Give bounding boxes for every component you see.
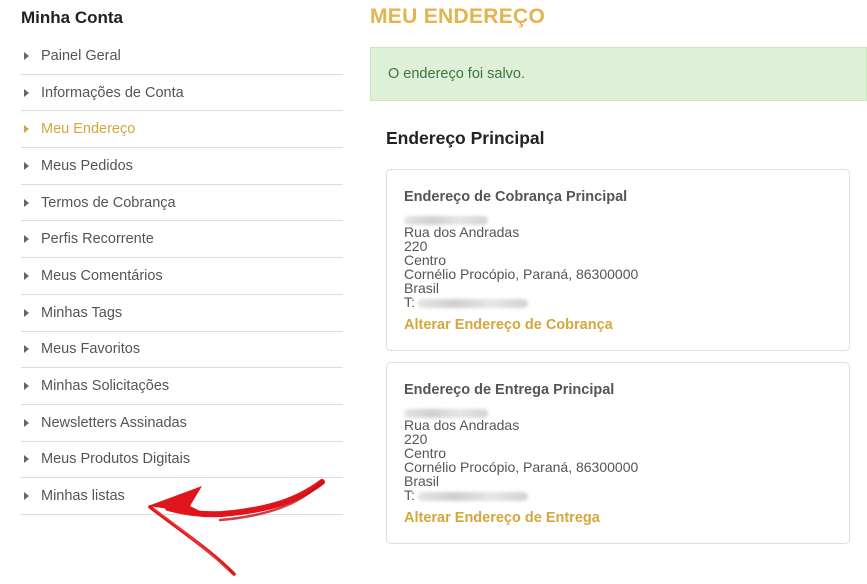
page-title: MEU ENDEREÇO — [370, 5, 546, 28]
edit-billing-address-link[interactable]: Alterar Endereço de Cobrança — [404, 315, 832, 335]
address-phone: T: — [404, 488, 832, 502]
address-street: Rua dos Andradas — [404, 224, 520, 241]
billing-address-card: Endereço de Cobrança Principal Rua dos A… — [386, 169, 850, 351]
sidebar-item-minhas-solicitacoes[interactable]: Minhas Solicitações — [21, 368, 343, 405]
phone-redacted — [417, 299, 528, 309]
sidebar-item-termos-de-cobranca[interactable]: Termos de Cobrança — [21, 185, 343, 222]
card-title: Endereço de Cobrança Principal — [404, 189, 628, 205]
address-country: Brasil — [404, 473, 440, 490]
caret-right-icon — [24, 161, 29, 170]
sidebar-item-meu-endereco[interactable]: Meu Endereço — [21, 111, 343, 149]
sidebar-item-label: Termos de Cobrança — [41, 194, 176, 211]
shipping-address-card: Endereço de Entrega Principal Rua dos An… — [386, 362, 850, 544]
sidebar-item-meus-favoritos[interactable]: Meus Favoritos — [21, 332, 343, 369]
sidebar-item-label: Perfis Recorrente — [41, 231, 154, 248]
caret-right-icon — [24, 198, 29, 207]
address-name-redacted — [404, 211, 832, 226]
address-city-line: Cornélio Procópio, Paraná, 86300000 — [404, 266, 639, 283]
caret-right-icon — [24, 308, 29, 317]
address-number: 220 — [404, 238, 428, 255]
sidebar-item-minhas-tags[interactable]: Minhas Tags — [21, 295, 343, 332]
sidebar-item-informacoes-de-conta[interactable]: Informações de Conta — [21, 75, 343, 112]
caret-right-icon — [24, 382, 29, 391]
caret-right-icon — [24, 125, 29, 134]
address-street: Rua dos Andradas — [404, 417, 520, 434]
sidebar-item-painel-geral[interactable]: Painel Geral — [21, 38, 343, 75]
sidebar-item-label: Minhas Solicitações — [41, 378, 170, 395]
sidebar-item-label: Newsletters Assinadas — [41, 414, 187, 431]
address-country: Brasil — [404, 280, 440, 297]
phone-prefix: T: — [404, 487, 415, 504]
sidebar-item-meus-pedidos[interactable]: Meus Pedidos — [21, 148, 343, 185]
caret-right-icon — [24, 418, 29, 427]
sidebar-item-label: Informações de Conta — [41, 84, 184, 101]
sidebar-item-label: Minhas listas — [41, 488, 125, 505]
sidebar-item-newsletters-assinadas[interactable]: Newsletters Assinadas — [21, 405, 343, 442]
account-nav: Painel Geral Informações de Conta Meu En… — [21, 38, 343, 515]
sidebar-item-label: Minhas Tags — [41, 304, 123, 321]
caret-right-icon — [24, 51, 29, 60]
card-title: Endereço de Entrega Principal — [404, 382, 615, 398]
edit-shipping-address-link[interactable]: Alterar Endereço de Entrega — [404, 508, 832, 528]
address-city-line: Cornélio Procópio, Paraná, 86300000 — [404, 459, 639, 476]
sidebar-item-perfis-recorrente[interactable]: Perfis Recorrente — [21, 221, 343, 259]
caret-right-icon — [24, 455, 29, 464]
sidebar-item-label: Meu Endereço — [41, 121, 136, 138]
address-number: 220 — [404, 431, 428, 448]
caret-right-icon — [24, 345, 29, 354]
sidebar-item-meus-comentarios[interactable]: Meus Comentários — [21, 258, 343, 295]
phone-prefix: T: — [404, 294, 415, 311]
sidebar-title: Minha Conta — [21, 8, 123, 27]
sidebar-item-label: Meus Favoritos — [41, 341, 141, 358]
sidebar-item-meus-produtos-digitais[interactable]: Meus Produtos Digitais — [21, 442, 343, 479]
address-phone: T: — [404, 295, 832, 309]
caret-right-icon — [24, 492, 29, 501]
success-alert: O endereço foi salvo. — [370, 47, 867, 101]
sidebar-item-label: Meus Produtos Digitais — [41, 451, 191, 468]
address-name-redacted — [404, 404, 832, 419]
sidebar-item-label: Painel Geral — [41, 47, 121, 64]
address-district: Centro — [404, 445, 447, 462]
section-title: Endereço Principal — [386, 128, 545, 148]
sidebar-item-minhas-listas[interactable]: Minhas listas — [21, 478, 343, 515]
caret-right-icon — [24, 235, 29, 244]
caret-right-icon — [24, 88, 29, 97]
sidebar-item-label: Meus Comentários — [41, 267, 163, 284]
phone-redacted — [417, 492, 528, 502]
caret-right-icon — [24, 271, 29, 280]
address-district: Centro — [404, 252, 447, 269]
sidebar-item-label: Meus Pedidos — [41, 157, 133, 174]
